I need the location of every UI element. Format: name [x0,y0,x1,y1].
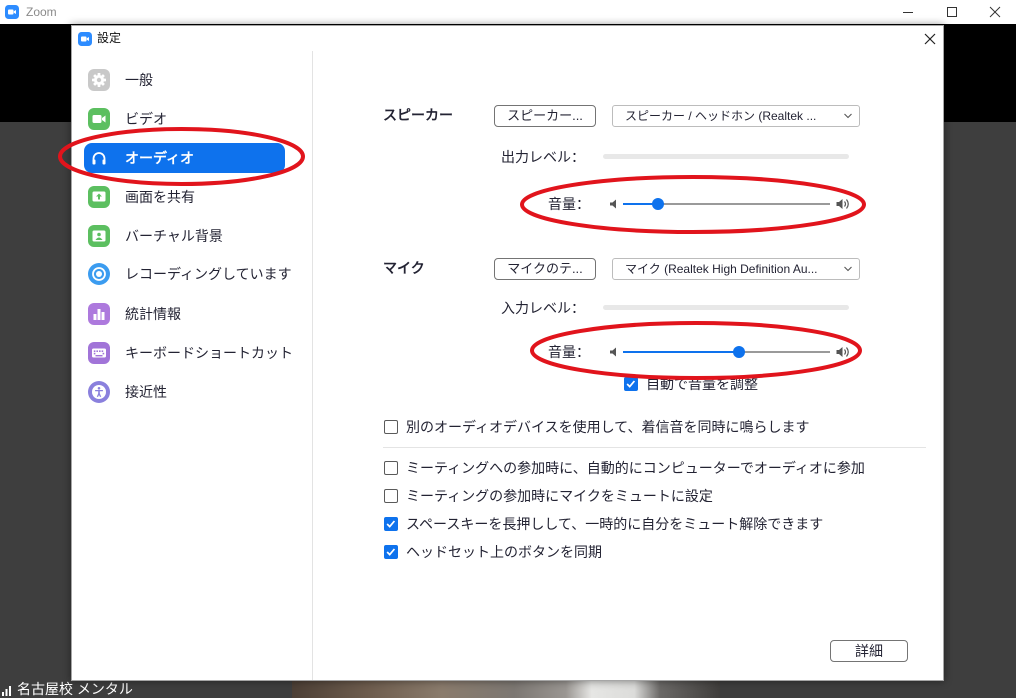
sidebar-item-label: 画面を共有 [125,189,195,205]
output-level-meter [603,154,849,159]
record-icon [88,263,110,285]
settings-titlebar[interactable]: 設定 [72,26,943,51]
option-checkbox[interactable] [384,420,398,434]
microphone-volume-slider[interactable] [623,344,830,360]
option-checkbox[interactable] [384,517,398,531]
sidebar-item-label: 一般 [125,72,153,88]
zoom-logo-icon [78,32,92,46]
option-label: スペースキーを長押しして、一時的に自分をミュート解除できます [406,516,824,532]
microphone-device-value: マイク (Realtek High Definition Au... [625,262,818,276]
option-checkbox[interactable] [384,545,398,559]
headphones-icon [88,147,110,169]
auto-adjust-volume-label: 自動で音量を調整 [646,376,758,392]
sidebar-item-general[interactable]: 一般 [84,65,285,95]
sidebar-item-statistics[interactable]: 統計情報 [84,299,285,329]
speaker-high-icon [836,347,849,357]
speaker-device-value: スピーカー / ヘッドホン (Realtek ... [625,109,817,123]
sidebar-item-accessibility[interactable]: 接近性 [84,377,285,407]
minimize-button[interactable] [886,0,930,24]
slider-thumb[interactable] [652,198,665,210]
sidebar-item-keyboard-shortcuts[interactable]: キーボードショートカット [84,338,293,368]
dialog-close-button[interactable] [917,26,943,51]
gear-icon [88,69,110,91]
mute-mic-on-join-option[interactable]: ミーティングの参加時にマイクをミュートに設定 [384,487,713,505]
option-label: 別のオーディオデバイスを使用して、着信音を同時に鳴らします [406,419,810,435]
virtual-background-icon [88,225,110,247]
accessibility-icon [88,381,110,403]
share-screen-icon [88,186,110,208]
zoom-logo-icon [5,5,19,19]
sidebar-item-share-screen[interactable]: 画面を共有 [84,182,285,212]
slider-thumb[interactable] [732,346,745,358]
slider-fill [623,351,739,353]
sidebar-item-video[interactable]: ビデオ [84,104,285,134]
microphone-volume-label: 音量： [548,344,590,360]
auto-adjust-volume-option[interactable]: 自動で音量を調整 [624,375,758,393]
advanced-button[interactable]: 詳細 [830,640,908,662]
section-divider [383,447,926,448]
sidebar-item-label: ビデオ [125,111,167,127]
auto-join-audio-option[interactable]: ミーティングへの参加時に、自動的にコンピューターでオーディオに参加 [384,459,865,477]
keyboard-icon [88,342,110,364]
chevron-down-icon [844,266,852,272]
statistics-icon [88,303,110,325]
option-checkbox[interactable] [384,489,398,503]
window-close-button[interactable] [974,0,1016,24]
sidebar-item-recording[interactable]: レコーディングしています [84,259,292,289]
participant-name-tag: 名古屋校 メンタル [2,681,133,698]
participant-video [292,681,720,698]
maximize-button[interactable] [930,0,973,24]
separate-ringtone-device-option[interactable]: 別のオーディオデバイスを使用して、着信音を同時に鳴らします [384,418,809,436]
sidebar-item-label: 統計情報 [125,306,181,322]
input-level-label: 入力レベル： [501,300,585,316]
speaker-volume-slider[interactable] [623,196,830,212]
maximize-icon [946,7,957,17]
option-label: ミーティングの参加時にマイクをミュートに設定 [406,488,713,504]
settings-dialog: 設定 一般 ビデオ オーディオ 画面を共有 バーチャル背景 レコーディングしてい… [71,25,944,681]
sidebar-item-label: バーチャル背景 [125,228,223,244]
close-icon [989,6,1001,18]
test-mic-button[interactable]: マイクのテ... [494,258,596,280]
option-label: ヘッドセット上のボタンを同期 [406,544,602,560]
check-icon [386,520,396,528]
auto-adjust-volume-checkbox[interactable] [624,377,638,391]
sidebar-item-label: キーボードショートカット [125,345,293,361]
check-icon [386,548,396,556]
microphone-device-dropdown[interactable]: マイク (Realtek High Definition Au... [612,258,860,280]
sidebar-item-virtual-background[interactable]: バーチャル背景 [84,221,285,251]
option-label: ミーティングへの参加時に、自動的にコンピューターでオーディオに参加 [406,460,865,476]
output-level-label: 出力レベル： [501,149,585,165]
microphone-heading: マイク [383,260,425,276]
push-to-talk-option[interactable]: スペースキーを長押しして、一時的に自分をミュート解除できます [384,515,823,533]
speaker-low-icon [610,199,616,209]
check-icon [626,380,636,388]
settings-title: 設定 [97,31,122,45]
window-title: Zoom [26,5,57,19]
sidebar-item-label: オーディオ [125,150,195,166]
participant-name: 名古屋校 メンタル [17,681,133,697]
sync-headset-buttons-option[interactable]: ヘッドセット上のボタンを同期 [384,543,602,561]
test-speaker-button[interactable]: スピーカー... [494,105,596,127]
speaker-high-icon [836,199,849,209]
sidebar-item-label: 接近性 [125,384,167,400]
zoom-window-titlebar[interactable]: Zoom [0,0,1016,24]
chevron-down-icon [844,113,852,119]
speaker-volume-label: 音量： [548,196,590,212]
settings-sidebar: 一般 ビデオ オーディオ 画面を共有 バーチャル背景 レコーディングしています … [72,51,313,680]
speaker-device-dropdown[interactable]: スピーカー / ヘッドホン (Realtek ... [612,105,860,127]
minimize-icon [903,12,913,13]
option-checkbox[interactable] [384,461,398,475]
video-camera-icon [88,108,110,130]
signal-bars-icon [2,685,11,696]
speaker-heading: スピーカー [383,107,453,123]
sidebar-item-audio[interactable]: オーディオ [84,143,285,173]
sidebar-item-label: レコーディングしています [125,266,292,282]
input-level-meter [603,305,849,310]
close-icon [924,33,936,44]
speaker-low-icon [610,347,616,357]
